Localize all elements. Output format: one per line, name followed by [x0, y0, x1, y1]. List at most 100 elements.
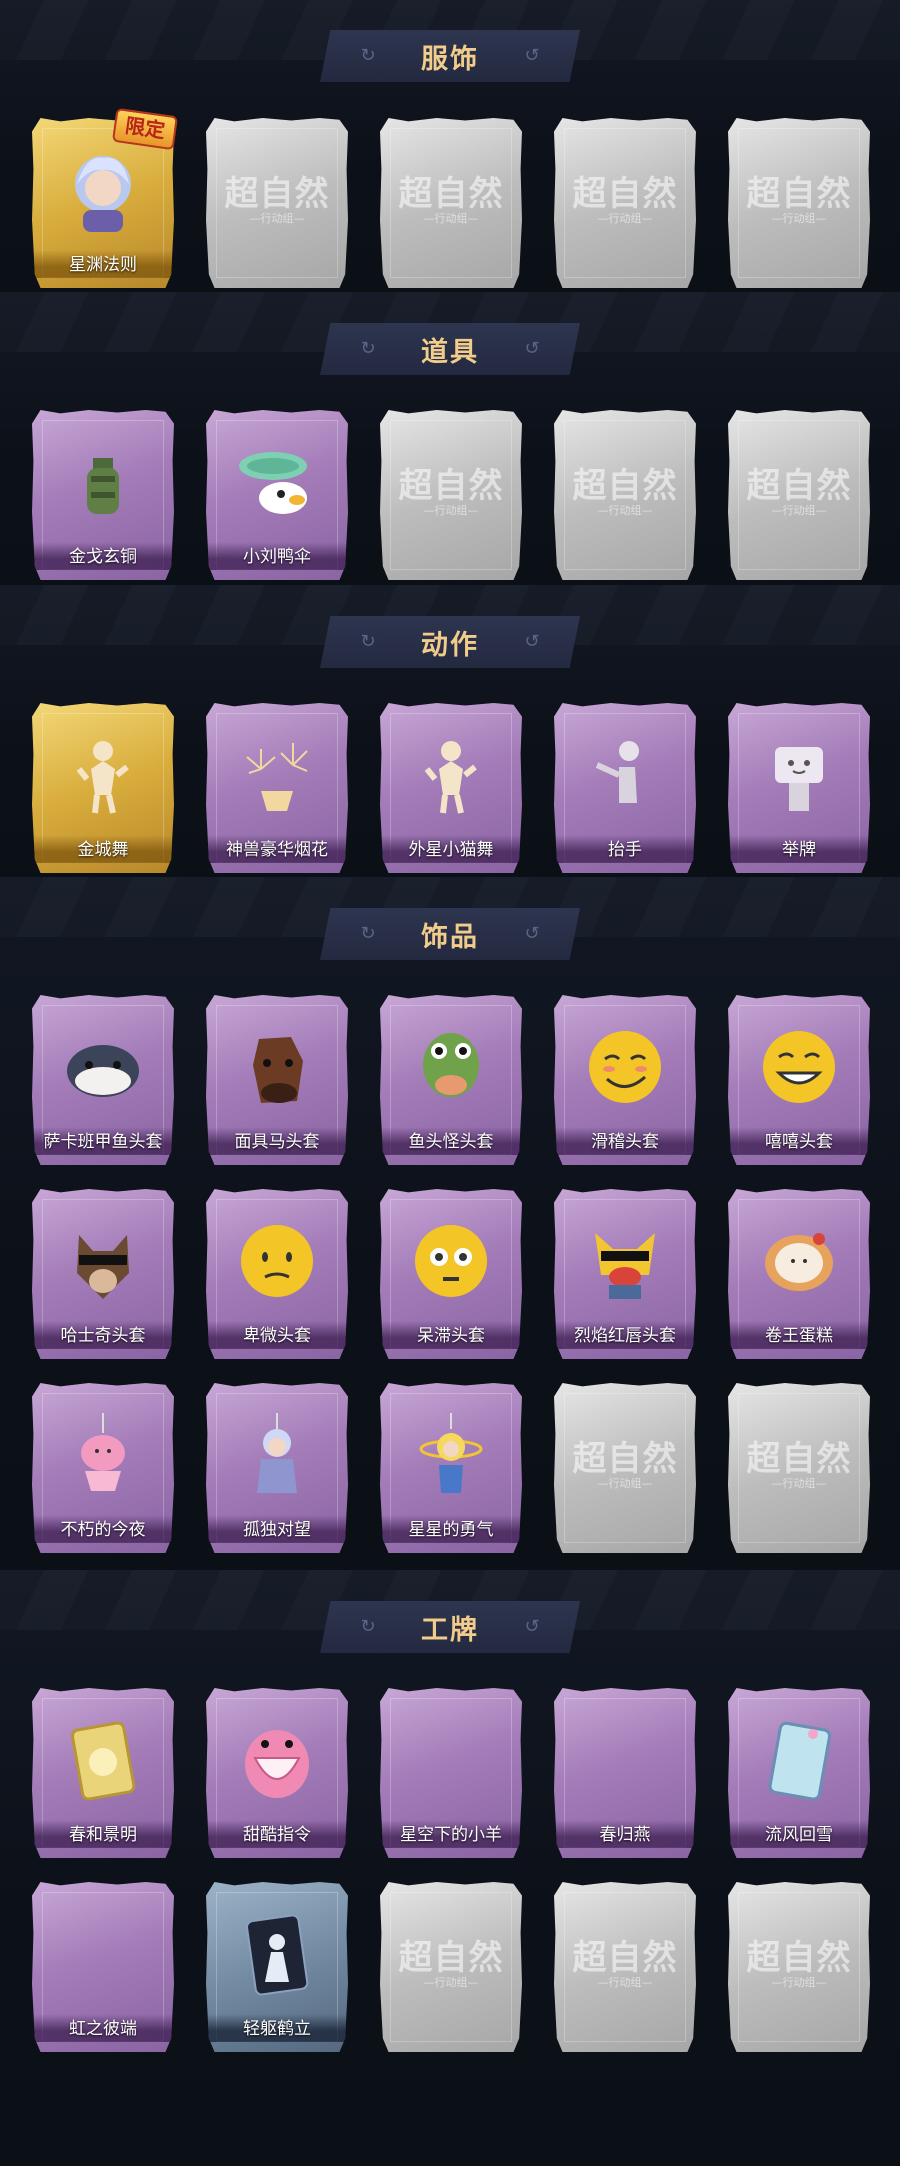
section-title: 工牌	[421, 1614, 479, 1646]
item-name: 卷王蛋糕	[728, 1321, 870, 1349]
section-title: 饰品	[421, 921, 479, 953]
item-card[interactable]: 呆滞头套	[380, 1189, 522, 1359]
item-card[interactable]: 举牌	[728, 703, 870, 873]
placeholder-logo-subtext: —行动组—	[597, 504, 653, 517]
section-header: ↻ 道具 ↺	[320, 323, 580, 375]
fish-monster-head-icon	[405, 1021, 497, 1113]
item-card[interactable]: 金城舞	[32, 703, 174, 873]
item-card[interactable]: 虹之彼端	[32, 1882, 174, 2052]
section-header: ↻ 服饰 ↺	[320, 30, 580, 82]
item-name: 虹之彼端	[32, 2014, 174, 2042]
placeholder-logo-text: 超自然	[746, 1439, 852, 1479]
fireworks-icon	[231, 729, 323, 821]
item-card[interactable]: 春和景明	[32, 1688, 174, 1858]
placeholder-logo-text: 超自然	[224, 174, 330, 214]
item-name: 金城舞	[32, 835, 174, 863]
husky-head-icon	[57, 1215, 149, 1307]
item-card[interactable]: 星星的勇气	[380, 1383, 522, 1553]
section-header: ↻ 工牌 ↺	[320, 1601, 580, 1653]
swirl-ornament-icon: ↻	[360, 923, 376, 944]
placeholder-logo-text: 超自然	[572, 1439, 678, 1479]
placeholder-logo-text: 超自然	[746, 1938, 852, 1978]
item-card[interactable]: 鱼头怪头套	[380, 995, 522, 1165]
placeholder-logo-text: 超自然	[572, 174, 678, 214]
item-name: 萨卡班甲鱼头套	[32, 1127, 174, 1155]
empty-item-slot[interactable]: 超自然 —行动组—	[554, 410, 696, 580]
placeholder-logo-text: 超自然	[746, 174, 852, 214]
item-card[interactable]: 萨卡班甲鱼头套	[32, 995, 174, 1165]
item-card[interactable]: 星空下的小羊	[380, 1688, 522, 1858]
placeholder-logo-subtext: —行动组—	[597, 1477, 653, 1490]
item-card[interactable]: 面具马头套	[206, 995, 348, 1165]
swirl-ornament-icon: ↺	[524, 923, 540, 944]
empty-item-slot[interactable]: 超自然 —行动组—	[554, 118, 696, 288]
silhouette-card-icon	[231, 1908, 323, 2000]
roll-cake-icon	[753, 1215, 845, 1307]
swirl-ornament-icon: ↺	[524, 45, 540, 66]
empty-item-slot[interactable]: 超自然 —行动组—	[554, 1383, 696, 1553]
item-card[interactable]: 神兽豪华烟花	[206, 703, 348, 873]
swirl-ornament-icon: ↺	[524, 1616, 540, 1637]
placeholder-logo-subtext: —行动组—	[423, 504, 479, 517]
item-card[interactable]: 金戈玄铜	[32, 410, 174, 580]
placeholder-logo-text: 超自然	[572, 466, 678, 506]
item-card[interactable]: 哈士奇头套	[32, 1189, 174, 1359]
swirl-ornament-icon: ↻	[360, 631, 376, 652]
item-card[interactable]: 小刘鸭伞	[206, 410, 348, 580]
swirl-ornament-icon: ↺	[524, 338, 540, 359]
hold-sign-icon	[753, 729, 845, 821]
placeholder-logo-subtext: —行动组—	[423, 212, 479, 225]
item-name: 流风回雪	[728, 1820, 870, 1848]
item-card[interactable]: 孤独对望	[206, 1383, 348, 1553]
placeholder-logo-subtext: —行动组—	[771, 504, 827, 517]
empty-item-slot[interactable]: 超自然 —行动组—	[728, 410, 870, 580]
item-name: 滑稽头套	[554, 1127, 696, 1155]
item-name: 哈士奇头套	[32, 1321, 174, 1349]
item-card[interactable]: 甜酷指令	[206, 1688, 348, 1858]
item-name: 轻躯鹤立	[206, 2014, 348, 2042]
section-band	[0, 1570, 900, 2166]
placeholder-logo-subtext: —行动组—	[771, 212, 827, 225]
item-name: 嘻嘻头套	[728, 1127, 870, 1155]
item-card[interactable]: 流风回雪	[728, 1688, 870, 1858]
item-card[interactable]: 轻躯鹤立	[206, 1882, 348, 2052]
character-portrait-icon	[57, 144, 149, 236]
item-name: 春归燕	[554, 1820, 696, 1848]
empty-item-slot[interactable]: 超自然 —行动组—	[206, 118, 348, 288]
item-name: 星星的勇气	[380, 1515, 522, 1543]
item-card[interactable]: 嘻嘻头套	[728, 995, 870, 1165]
placeholder-logo-subtext: —行动组—	[423, 1976, 479, 1989]
placeholder-logo-text: 超自然	[398, 1938, 504, 1978]
item-card[interactable]: 卑微头套	[206, 1189, 348, 1359]
empty-item-slot[interactable]: 超自然 —行动组—	[728, 118, 870, 288]
swirl-ornament-icon: ↻	[360, 1616, 376, 1637]
blue-card-icon	[753, 1714, 845, 1806]
doll-charm-icon	[231, 1409, 323, 1501]
item-name: 呆滞头套	[380, 1321, 522, 1349]
section-header: ↻ 饰品 ↺	[320, 908, 580, 960]
placeholder-logo-text: 超自然	[398, 174, 504, 214]
item-card[interactable]: 滑稽头套	[554, 995, 696, 1165]
empty-item-slot[interactable]: 超自然 —行动组—	[380, 410, 522, 580]
horse-head-icon	[231, 1021, 323, 1113]
placeholder-logo-text: 超自然	[746, 466, 852, 506]
placeholder-logo-text: 超自然	[398, 466, 504, 506]
empty-item-slot[interactable]: 超自然 —行动组—	[380, 1882, 522, 2052]
item-card[interactable]: 春归燕	[554, 1688, 696, 1858]
gold-badge-card-icon	[57, 1714, 149, 1806]
cat-dance-icon	[405, 729, 497, 821]
empty-item-slot[interactable]: 超自然 —行动组—	[554, 1882, 696, 2052]
fish-head-icon	[57, 1021, 149, 1113]
item-card[interactable]: 抬手	[554, 703, 696, 873]
item-name: 孤独对望	[206, 1515, 348, 1543]
item-card[interactable]: 卷王蛋糕	[728, 1189, 870, 1359]
empty-item-slot[interactable]: 超自然 —行动组—	[728, 1383, 870, 1553]
empty-item-slot[interactable]: 超自然 —行动组—	[728, 1882, 870, 2052]
empty-item-slot[interactable]: 超自然 —行动组—	[380, 118, 522, 288]
item-card[interactable]: 烈焰红唇头套	[554, 1189, 696, 1359]
item-name: 神兽豪华烟花	[206, 835, 348, 863]
item-name: 卑微头套	[206, 1321, 348, 1349]
item-card[interactable]: 不朽的今夜	[32, 1383, 174, 1553]
item-name: 举牌	[728, 835, 870, 863]
item-card[interactable]: 外星小猫舞	[380, 703, 522, 873]
